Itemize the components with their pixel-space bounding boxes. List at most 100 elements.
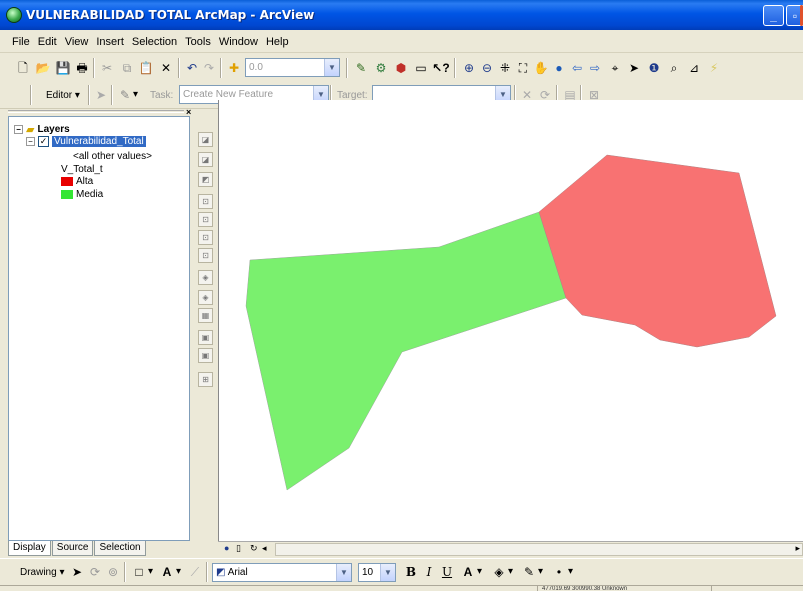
tool-icon[interactable]: ⊞ xyxy=(198,372,213,387)
chevron-down-icon[interactable]: ▼ xyxy=(336,564,351,581)
new-document-icon[interactable]: 🗋 xyxy=(14,59,32,77)
sketch-pencil-icon[interactable]: ✎ xyxy=(116,86,134,104)
select-features-icon[interactable]: ⌖ xyxy=(606,59,624,77)
new-text-icon[interactable]: A xyxy=(158,563,176,581)
hyperlink-bolt-icon[interactable]: ⚡ xyxy=(705,59,723,77)
select-elements-arrow-icon[interactable]: ➤ xyxy=(68,563,86,581)
menu-tools[interactable]: Tools xyxy=(181,36,215,48)
horizontal-scrollbar[interactable]: ▸ xyxy=(275,543,803,556)
tool-icon[interactable]: ◩ xyxy=(198,172,213,187)
toc-layer-row[interactable]: − ✓ Vulnerabilidad_Total xyxy=(26,136,146,147)
editor-toolbar-icon[interactable]: ✎ xyxy=(352,59,370,77)
menu-view[interactable]: View xyxy=(61,36,93,48)
rotate-icon[interactable]: ⟳ xyxy=(86,563,104,581)
collapse-icon[interactable]: − xyxy=(14,125,23,134)
zoom-whole-page-icon[interactable]: ⊚ xyxy=(104,563,122,581)
rectangle-icon[interactable]: □ xyxy=(130,563,148,581)
polygon-media[interactable] xyxy=(245,211,567,491)
menu-edit[interactable]: Edit xyxy=(34,36,61,48)
chevron-down-icon[interactable]: ▾ xyxy=(176,566,181,577)
undo-icon[interactable]: ↶ xyxy=(183,59,201,77)
line-color-icon[interactable]: ✎ xyxy=(520,563,538,581)
polygon-alta[interactable] xyxy=(538,154,777,348)
map-scale-combo[interactable]: 0.0 ▼ xyxy=(245,58,340,77)
scroll-right-icon[interactable]: ▸ xyxy=(795,543,800,554)
tab-selection[interactable]: Selection xyxy=(94,541,146,556)
paste-icon[interactable]: 📋 xyxy=(137,59,155,77)
map-display[interactable] xyxy=(218,100,803,541)
font-size-combo[interactable]: 10 ▼ xyxy=(358,563,396,582)
zoom-in-icon[interactable]: ⊕ xyxy=(460,59,478,77)
legend-item-alta[interactable]: Alta xyxy=(61,176,93,187)
layout-view-icon[interactable]: ▯ xyxy=(236,543,241,554)
underline-button[interactable]: U xyxy=(438,563,456,581)
tool-icon[interactable]: ◈ xyxy=(198,290,213,305)
tool-icon[interactable]: ▦ xyxy=(198,308,213,323)
minimize-button[interactable]: _ xyxy=(763,5,784,26)
measure-icon[interactable]: ⊿ xyxy=(685,59,703,77)
pause-drawing-icon[interactable]: ◂ xyxy=(262,543,267,554)
forward-extent-icon[interactable]: ⇨ xyxy=(586,59,604,77)
refresh-view-icon[interactable]: ↻ xyxy=(250,543,258,554)
chevron-down-icon[interactable]: ▾ xyxy=(477,566,482,577)
tool-icon[interactable]: ◪ xyxy=(198,132,213,147)
data-view-icon[interactable]: ● xyxy=(224,543,229,553)
layer-name[interactable]: Vulnerabilidad_Total xyxy=(52,136,146,147)
arccatalog-icon[interactable]: ⬢ xyxy=(392,59,410,77)
edit-vertices-icon[interactable]: ⟋ xyxy=(186,563,204,581)
fill-color-icon[interactable]: ◈ xyxy=(490,563,508,581)
whats-this-icon[interactable]: ↖? xyxy=(432,59,450,77)
select-elements-arrow-icon[interactable]: ➤ xyxy=(625,59,643,77)
chevron-down-icon[interactable]: ▾ xyxy=(508,566,513,577)
tool-icon[interactable]: ▣ xyxy=(198,348,213,363)
menu-selection[interactable]: Selection xyxy=(128,36,181,48)
find-binoculars-icon[interactable]: ⌕ xyxy=(665,59,683,77)
tool-icon[interactable]: ⊡ xyxy=(198,194,213,209)
open-folder-icon[interactable]: 📂 xyxy=(34,59,52,77)
fixed-zoom-in-icon[interactable]: ⁜ xyxy=(496,59,514,77)
tool-icon[interactable]: ⊡ xyxy=(198,230,213,245)
tool-icon[interactable]: ◪ xyxy=(198,152,213,167)
font-name-combo[interactable]: ◩ Arial ▼ xyxy=(212,563,352,582)
collapse-icon[interactable]: − xyxy=(26,137,35,146)
back-extent-icon[interactable]: ⇦ xyxy=(568,59,586,77)
tool-icon[interactable]: ⊡ xyxy=(198,248,213,263)
chevron-down-icon[interactable]: ▾ xyxy=(133,89,138,100)
menu-file[interactable]: File xyxy=(8,36,34,48)
copy-icon[interactable]: ⧉ xyxy=(118,59,136,77)
tool-icon[interactable]: ▣ xyxy=(198,330,213,345)
menu-insert[interactable]: Insert xyxy=(92,36,128,48)
font-color-icon[interactable]: A xyxy=(459,563,477,581)
toc-root-layers[interactable]: − ▰ Layers xyxy=(14,123,70,136)
fixed-zoom-out-icon[interactable]: ⛶ xyxy=(514,59,532,77)
legend-item-media[interactable]: Media xyxy=(61,189,103,200)
full-extent-globe-icon[interactable]: ● xyxy=(550,59,568,77)
chevron-down-icon[interactable]: ▼ xyxy=(380,564,395,581)
tool-icon[interactable]: ⊡ xyxy=(198,212,213,227)
edit-tool-arrow-icon[interactable]: ➤ xyxy=(92,86,110,104)
drawing-menu[interactable]: Drawing ▾ xyxy=(20,567,65,578)
toc-title-grip[interactable] xyxy=(8,108,195,116)
arctoolbox-icon[interactable]: ⚙ xyxy=(372,59,390,77)
chevron-down-icon[interactable]: ▼ xyxy=(324,59,339,76)
command-line-icon[interactable]: ▭ xyxy=(412,59,430,77)
italic-button[interactable]: I xyxy=(420,563,438,581)
cut-icon[interactable]: ✂ xyxy=(98,59,116,77)
editor-menu[interactable]: Editor ▾ xyxy=(46,90,80,101)
delete-icon[interactable]: ✕ xyxy=(157,59,175,77)
redo-icon[interactable]: ↷ xyxy=(200,59,218,77)
menu-help[interactable]: Help xyxy=(262,36,293,48)
menu-window[interactable]: Window xyxy=(215,36,262,48)
tab-display[interactable]: Display xyxy=(8,541,51,556)
bold-button[interactable]: B xyxy=(402,563,420,581)
chevron-down-icon[interactable]: ▾ xyxy=(568,566,573,577)
chevron-down-icon[interactable]: ▾ xyxy=(148,566,153,577)
chevron-down-icon[interactable]: ▾ xyxy=(538,566,543,577)
add-data-icon[interactable]: ✚ xyxy=(225,59,243,77)
map-canvas[interactable] xyxy=(219,100,803,541)
marker-color-icon[interactable]: • xyxy=(550,563,568,581)
identify-icon[interactable]: ❶ xyxy=(645,59,663,77)
tab-source[interactable]: Source xyxy=(51,541,94,556)
save-icon[interactable]: 💾 xyxy=(54,59,72,77)
zoom-out-icon[interactable]: ⊖ xyxy=(478,59,496,77)
